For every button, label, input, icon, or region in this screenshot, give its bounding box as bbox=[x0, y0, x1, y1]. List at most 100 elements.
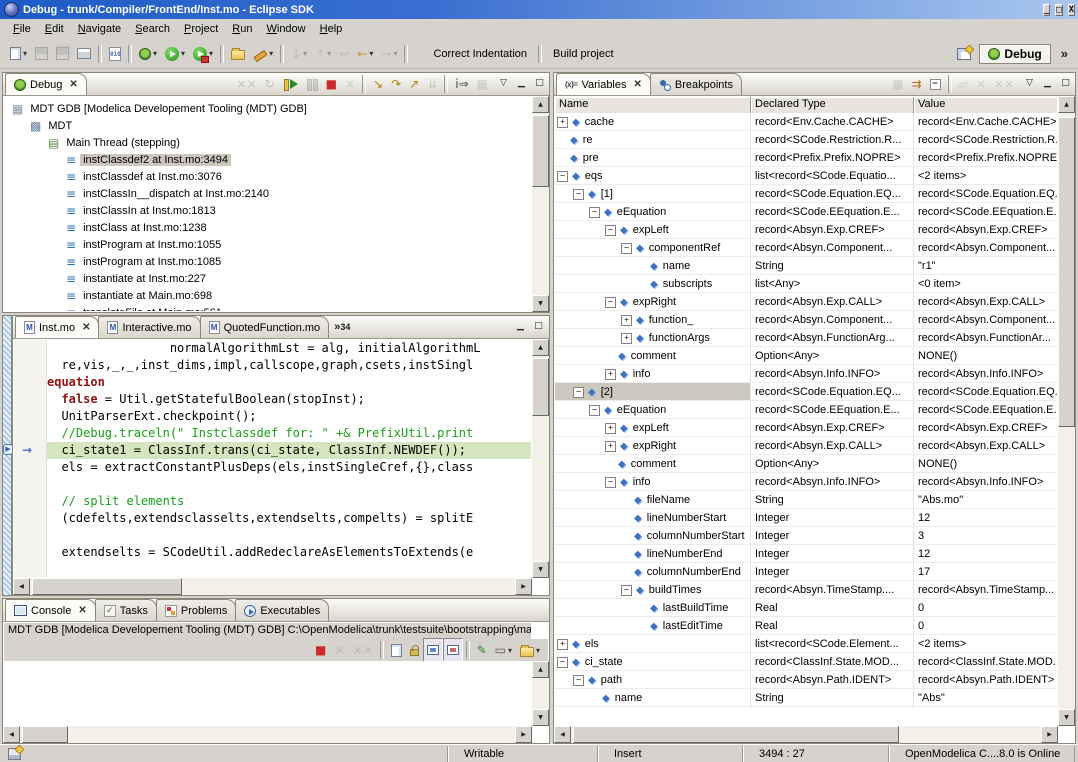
maximize-view-icon[interactable]: □ bbox=[531, 320, 546, 334]
menu-run[interactable]: Run bbox=[225, 21, 259, 37]
variable-row[interactable]: ◆prerecord<Prefix.Prefix.NOPRE>record<Pr… bbox=[555, 149, 1057, 167]
debug-tree-item[interactable]: ▦MDT GDB [Modelica Developement Tooling … bbox=[4, 100, 531, 117]
variable-row[interactable]: ◆subscriptslist<Any><0 item> bbox=[555, 275, 1057, 293]
tab-debug[interactable]: Debug ✕ bbox=[5, 73, 87, 95]
column-declared-type[interactable]: Declared Type bbox=[751, 97, 914, 113]
scroll-up-icon[interactable]: ▲ bbox=[532, 661, 549, 678]
stack-frame[interactable]: ≡instantiate at Main.mo:698 bbox=[4, 287, 531, 304]
expander-icon[interactable]: − bbox=[589, 405, 600, 416]
run-external-tools-dropdown-icon[interactable]: ▾ bbox=[209, 49, 213, 58]
console-vertical-scrollbar[interactable]: ▲ ▼ bbox=[532, 661, 549, 726]
scroll-right-icon[interactable]: ▶ bbox=[515, 726, 532, 743]
current-debug-line[interactable]: ci_state1 = ClassInf.trans(ci_state, Cla… bbox=[47, 442, 531, 459]
scroll-lock-button[interactable] bbox=[406, 638, 423, 662]
view-menu-icon[interactable]: ▽ bbox=[1022, 77, 1037, 91]
scroll-down-icon[interactable]: ▼ bbox=[532, 709, 549, 726]
debug-button[interactable]: ▾ bbox=[135, 42, 161, 66]
expander-icon[interactable]: − bbox=[573, 189, 584, 200]
resume-button[interactable] bbox=[279, 74, 302, 95]
tab-executables[interactable]: Executables bbox=[235, 599, 329, 621]
column-value[interactable]: Value bbox=[914, 97, 1057, 113]
scroll-up-icon[interactable]: ▲ bbox=[532, 96, 549, 113]
scroll-down-icon[interactable]: ▼ bbox=[1058, 709, 1075, 726]
tab-variables[interactable]: (x)=Variables✕ bbox=[556, 73, 651, 95]
variable-row[interactable]: +◆elslist<record<SCode.Element...<2 item… bbox=[555, 635, 1057, 653]
open-console-dropdown-icon[interactable]: ▾ bbox=[536, 646, 540, 655]
show-logical-structures-button[interactable]: ⇉ bbox=[908, 74, 926, 95]
code-editor[interactable]: normalAlgorithmLst = alg, initialAlgorit… bbox=[47, 340, 531, 577]
tab-tasks[interactable]: ✓Tasks bbox=[95, 599, 157, 621]
variable-row[interactable]: ◆nameString"r1" bbox=[555, 257, 1057, 275]
new-dropdown-icon[interactable]: ▾ bbox=[23, 49, 27, 58]
use-step-filters-button[interactable]: i⇒ bbox=[451, 74, 472, 95]
expander-icon[interactable]: − bbox=[557, 171, 568, 182]
variable-row[interactable]: −◆componentRefrecord<Absyn.Component...r… bbox=[555, 239, 1057, 257]
variable-row[interactable]: −◆[1]record<SCode.Equation.EQ...record<S… bbox=[555, 185, 1057, 203]
variable-row[interactable]: −◆eqslist<record<SCode.Equatio...<2 item… bbox=[555, 167, 1057, 185]
code-line[interactable]: els = extractConstantPlusDeps(els,instSi… bbox=[47, 459, 531, 476]
expander-icon[interactable]: − bbox=[573, 675, 584, 686]
close-icon[interactable]: ✕ bbox=[78, 605, 86, 616]
console-horizontal-scrollbar[interactable]: ◀ ▶ bbox=[3, 726, 532, 743]
maximize-view-icon[interactable]: □ bbox=[1058, 77, 1073, 91]
format-button[interactable]: ▾ bbox=[249, 42, 277, 66]
variable-row[interactable]: −◆pathrecord<Absyn.Path.IDENT>record<Abs… bbox=[555, 671, 1057, 689]
variable-row[interactable]: +◆function_record<Absyn.Component...reco… bbox=[555, 311, 1057, 329]
more-editors-chevron[interactable]: »34 bbox=[334, 321, 350, 333]
expander-icon[interactable]: − bbox=[605, 477, 616, 488]
variable-row[interactable]: +◆csetsrecord<Connect.Sets.SETS>record<C… bbox=[555, 707, 1057, 709]
expander-icon[interactable]: − bbox=[621, 585, 632, 596]
pin-console-button[interactable]: ✎ bbox=[473, 638, 491, 662]
maximize-button[interactable]: □ bbox=[1055, 4, 1062, 16]
forward-dropdown-icon[interactable]: ▾ bbox=[393, 49, 397, 58]
correct-indentation-button[interactable]: Correct Indentation bbox=[425, 46, 535, 62]
expander-icon[interactable]: − bbox=[557, 657, 568, 668]
print-button[interactable] bbox=[73, 42, 95, 66]
menu-edit[interactable]: Edit bbox=[38, 21, 71, 37]
debug-vertical-scrollbar[interactable]: ▲ ▼ bbox=[532, 96, 549, 312]
clear-console-button[interactable] bbox=[387, 638, 406, 662]
variable-row[interactable]: −◆inforecord<Absyn.Info.INFO>record<Absy… bbox=[555, 473, 1057, 491]
close-button[interactable]: X bbox=[1068, 4, 1075, 16]
expander-icon[interactable]: − bbox=[589, 207, 600, 218]
variable-row[interactable]: ◆commentOption<Any>NONE() bbox=[555, 455, 1057, 473]
terminate-button[interactable]: ■ bbox=[311, 638, 330, 662]
mdt-binary-file-button[interactable]: 010 bbox=[105, 42, 125, 66]
step-over-button[interactable]: ↷ bbox=[387, 74, 405, 95]
scroll-right-icon[interactable]: ▶ bbox=[1041, 726, 1058, 743]
stack-frame[interactable]: ≡instClassIn__dispatch at Inst.mo:2140 bbox=[4, 185, 531, 202]
code-line[interactable]: // split elements bbox=[47, 493, 531, 510]
expander-icon[interactable]: + bbox=[605, 441, 616, 452]
variables-vertical-scrollbar[interactable]: ▲ ▼ bbox=[1058, 96, 1075, 726]
variable-row[interactable]: −◆eEquationrecord<SCode.EEquation.E...re… bbox=[555, 401, 1057, 419]
variable-row[interactable]: +◆inforecord<Absyn.Info.INFO>record<Absy… bbox=[555, 365, 1057, 383]
format-dropdown-icon[interactable]: ▾ bbox=[269, 49, 273, 58]
variable-row[interactable]: ◆lastEditTimeReal0 bbox=[555, 617, 1057, 635]
next-annotation-dropdown-icon[interactable]: ▾ bbox=[303, 49, 307, 58]
code-line[interactable]: re,vis,_,_,inst_dims,impl,callscope,grap… bbox=[47, 357, 531, 374]
scroll-left-icon[interactable]: ◀ bbox=[554, 726, 571, 743]
previous-annotation-dropdown-icon[interactable]: ▾ bbox=[327, 49, 331, 58]
step-into-button[interactable]: ↘ bbox=[369, 74, 387, 95]
code-line[interactable]: equation bbox=[47, 374, 531, 391]
scroll-right-icon[interactable]: ▶ bbox=[515, 578, 532, 595]
variable-row[interactable]: ◆lineNumberEndInteger12 bbox=[555, 545, 1057, 563]
run-button[interactable]: ▾ bbox=[161, 42, 189, 66]
variable-row[interactable]: +◆cacherecord<Env.Cache.CACHE>record<Env… bbox=[555, 113, 1057, 131]
display-selected-console-dropdown-icon[interactable]: ▾ bbox=[508, 646, 512, 655]
stack-frame[interactable]: ≡instClassIn at Inst.mo:1813 bbox=[4, 202, 531, 219]
open-console-button[interactable]: ▾ bbox=[516, 638, 544, 662]
minimize-button[interactable]: _ bbox=[1043, 4, 1050, 16]
variable-row[interactable]: −◆expRightrecord<Absyn.Exp.CALL>record<A… bbox=[555, 293, 1057, 311]
code-line[interactable]: normalAlgorithmLst = alg, initialAlgorit… bbox=[47, 340, 531, 357]
menu-file[interactable]: File bbox=[6, 21, 38, 37]
stack-frame[interactable]: ≡instProgram at Inst.mo:1085 bbox=[4, 253, 531, 270]
code-line[interactable]: extendselts = SCodeUtil.addRedeclareAsEl… bbox=[47, 544, 531, 561]
column-name[interactable]: Name bbox=[555, 97, 751, 113]
stack-frame[interactable]: ≡instantiate at Inst.mo:227 bbox=[4, 270, 531, 287]
open-element-button[interactable] bbox=[227, 42, 249, 66]
back-button[interactable]: ←▾ bbox=[353, 42, 377, 66]
tab-quotedfunction-mo[interactable]: MQuotedFunction.mo bbox=[200, 316, 330, 338]
variable-row[interactable]: −◆ci_staterecord<ClassInf.State.MOD...re… bbox=[555, 653, 1057, 671]
stack-frame[interactable]: ≡instClass at Inst.mo:1238 bbox=[4, 219, 531, 236]
